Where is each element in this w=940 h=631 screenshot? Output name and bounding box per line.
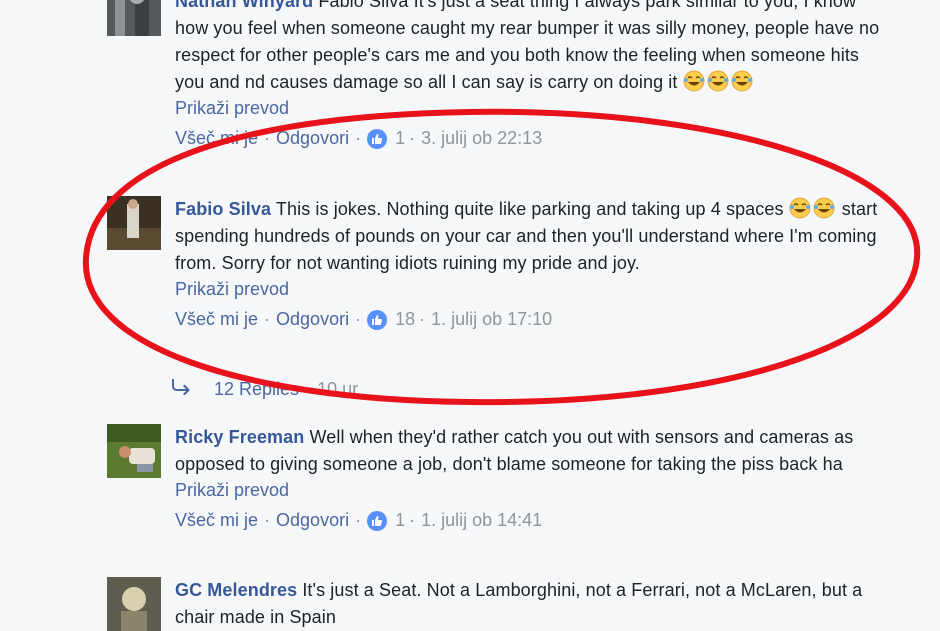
comment-text: Nathan Winyard Fabio Silva It's just a s… [175, 0, 885, 96]
separator: · [264, 309, 271, 329]
reply-arrow-icon [172, 376, 192, 403]
like-link[interactable]: Všeč mi je [175, 507, 258, 534]
comment-author[interactable]: Ricky Freeman [175, 427, 304, 447]
like-count[interactable]: 18 [395, 306, 415, 333]
reply-link[interactable]: Odgovori [276, 507, 349, 534]
separator: · [409, 128, 416, 148]
separator: · [409, 510, 416, 530]
like-count[interactable]: 1 [395, 125, 405, 152]
comment-text: GC Melendres It's just a Seat. Not a Lam… [175, 580, 863, 627]
comment-text: Ricky Freeman Well when they'd rather ca… [175, 427, 854, 474]
comment-author[interactable]: Fabio Silva [175, 199, 271, 219]
laughing-tears-icon [789, 197, 813, 219]
avatar[interactable] [107, 424, 161, 478]
avatar[interactable] [107, 577, 161, 631]
see-translation-link[interactable]: Prikaži prevod [175, 276, 885, 303]
thumbs-up-icon[interactable] [367, 128, 388, 149]
avatar[interactable] [107, 196, 161, 250]
separator: · [419, 309, 426, 329]
reply-link[interactable]: Odgovori [276, 125, 349, 152]
like-link[interactable]: Všeč mi je [175, 306, 258, 333]
separator: · [264, 128, 271, 148]
see-translation-link[interactable]: Prikaži prevod [175, 95, 885, 122]
like-count[interactable]: 1 [395, 507, 405, 534]
laughing-tears-icon [813, 197, 837, 219]
comment-text: Fabio Silva This is jokes. Nothing quite… [175, 197, 878, 273]
reply-link[interactable]: Odgovori [276, 306, 349, 333]
timestamp[interactable]: 1. julij ob 17:10 [431, 306, 552, 333]
separator: · [355, 309, 362, 329]
laughing-tears-icon [731, 70, 755, 92]
separator: · [355, 128, 362, 148]
like-link[interactable]: Všeč mi je [175, 125, 258, 152]
separator: · [264, 510, 271, 530]
thumbs-up-icon[interactable] [367, 510, 388, 531]
comment-author[interactable]: Nathan Winyard [175, 0, 313, 11]
see-translation-link[interactable]: Prikaži prevod [175, 477, 885, 504]
timestamp[interactable]: 1. julij ob 14:41 [421, 507, 542, 534]
timestamp[interactable]: 3. julij ob 22:13 [421, 125, 542, 152]
separator: · [305, 379, 312, 399]
comment-actions: Všeč mi je · Odgovori · 1 · 3. julij ob … [175, 125, 885, 152]
comment-actions: Všeč mi je · Odgovori · 18 · 1. julij ob… [175, 306, 885, 333]
laughing-tears-icon [683, 70, 707, 92]
view-replies-link[interactable]: 12 Replies · 10 ur [172, 376, 358, 403]
comment-actions: Všeč mi je · Odgovori · 1 · 1. julij ob … [175, 507, 885, 534]
laughing-tears-icon [707, 70, 731, 92]
separator: · [355, 510, 362, 530]
replies-timestamp: 10 ur [317, 379, 359, 399]
replies-count[interactable]: 12 Replies [214, 376, 299, 403]
thumbs-up-icon[interactable] [367, 309, 388, 330]
comment-author[interactable]: GC Melendres [175, 580, 297, 600]
avatar[interactable] [107, 0, 161, 36]
